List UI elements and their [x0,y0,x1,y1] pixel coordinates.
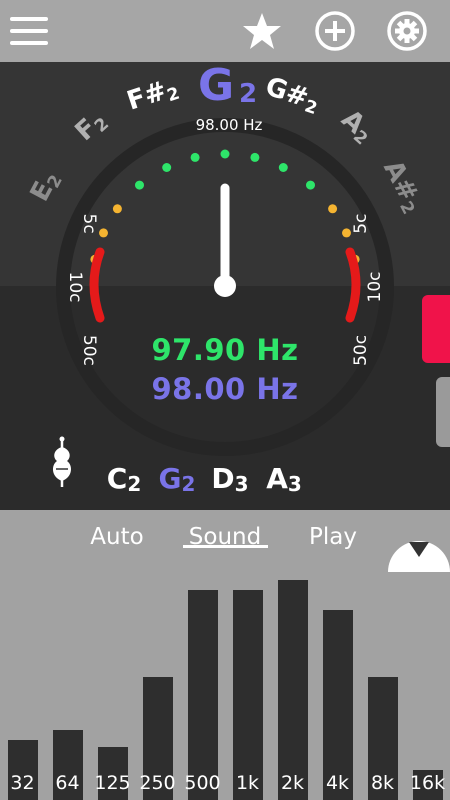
string-g2[interactable]: G2 [159,462,196,496]
selected-mode-indicator [183,545,268,548]
accuracy-dot [99,228,108,238]
accuracy-dot [190,152,200,162]
accuracy-dot [112,204,122,214]
string-c2[interactable]: C2 [107,462,141,496]
current-note-octave: 2 [239,79,257,109]
string-octave: 3 [287,472,302,496]
string-name: G [158,462,182,495]
spectrum-band-label: 64 [55,772,80,794]
reference-frequency: 98.00 Hz [196,116,263,134]
mode-auto-tab[interactable]: Auto [90,524,143,550]
string-selector: C2 G2 D3 A3 [0,462,450,502]
accuracy-dot [342,228,351,238]
scale-note-label: A#2 [375,155,428,217]
spectrum-bar [187,590,218,800]
accuracy-dot [328,204,338,214]
spectrum-band-label: 125 [94,772,131,794]
scale-note-label: A2 [334,104,379,149]
spectrum-bar [277,580,308,800]
string-octave: 2 [181,472,196,496]
mode-play-tab[interactable]: Play [309,524,357,550]
cent-scale-label: 5c [351,214,371,234]
spectrum-band-label: 1k [235,772,260,794]
spectrum-band-label: 32 [10,772,35,794]
measured-frequency: 97.90 Hz [151,333,299,367]
cent-scale-label: 10c [365,272,385,303]
spectrum-bar [232,590,263,800]
spectrum-band-label: 250 [139,772,176,794]
accuracy-dot [162,163,172,172]
accuracy-dot [250,152,260,162]
cent-scale-label: 10c [65,272,85,303]
accuracy-dot [220,149,230,159]
target-frequency: 98.00 Hz [151,372,299,406]
spectrum-band-label: 2k [280,772,305,794]
tuner-dial: E2 F2 F#2 G#2 A2 A#2 G 2 98.00 Hz 5c 10c 50c 5c… [0,0,450,514]
string-name: A [266,462,288,495]
triangle-down-icon[interactable] [388,528,450,572]
scale-note-label: E2 [25,166,67,207]
string-name: D [211,462,235,495]
accuracy-dot [278,163,288,172]
string-octave: 3 [234,472,249,496]
flat-far-indicator [89,247,105,323]
accuracy-dot [306,180,315,190]
string-name: C [106,462,128,495]
spectrum-band-label: 4k [325,772,350,794]
string-octave: 2 [127,472,142,496]
scale-note-label: F2 [70,105,113,149]
scale-note-label: F#2 [123,72,182,118]
cent-scale-label: 5c [79,214,99,234]
string-d3[interactable]: D3 [211,462,248,496]
spectrum-band-label: 500 [184,772,221,794]
scale-note-label: G#2 [261,72,323,119]
sharp-far-indicator [345,247,361,323]
spectrum-band-label: 8k [370,772,395,794]
accuracy-dot [135,180,144,190]
string-a3[interactable]: A3 [266,462,302,496]
tuner-needle [214,183,236,297]
current-note: G [198,60,234,111]
spectrum-band-label: 16k [409,772,446,794]
